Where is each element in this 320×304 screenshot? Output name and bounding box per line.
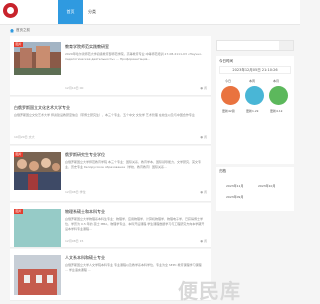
article-title[interactable]: 物理系硕士和本科专业 bbox=[65, 209, 105, 215]
article-title[interactable]: 俄罗斯研究生专业学位 bbox=[65, 152, 105, 158]
time-panel: 今日时间 2023年12月05日 21:10:26 今日更新42篇 本周更新1.2… bbox=[216, 56, 294, 164]
article-thumbnail[interactable]: 图片 bbox=[14, 209, 61, 247]
clock-display: 2023年12月05日 21:10:26 bbox=[219, 66, 291, 74]
time-panel-title: 今日时间 bbox=[219, 59, 233, 63]
article-views: ● 阅 bbox=[200, 135, 207, 139]
article-title[interactable]: 人文系本科和硕士专业 bbox=[65, 255, 105, 261]
stat-value: 更新1.2k bbox=[246, 109, 259, 113]
stat-circle bbox=[245, 86, 264, 105]
article-thumbnail[interactable]: 图片 bbox=[14, 42, 61, 75]
article-views: ● 阅 bbox=[200, 86, 207, 90]
article-summary: 白俄罗斯国立大学师范教育学院 本三个专业：国际关系，教育学本，国际领导能力，文学… bbox=[65, 160, 201, 169]
article-list: 图片 教育学院师范实践教研室 2020年哈尔滨师范大学初级教育部师范学院，高等教… bbox=[10, 36, 211, 301]
article-thumbnail[interactable]: 图片 bbox=[14, 152, 61, 190]
article-meta: 10月20日 文大 bbox=[14, 135, 35, 139]
site-logo[interactable] bbox=[3, 3, 18, 18]
article-card[interactable]: 图片 俄罗斯研究生专业学位 白俄罗斯国立大学师范教育学院 本三个专业：国际关系，… bbox=[10, 146, 211, 202]
article-title[interactable]: 教育学院师范实践教研室 bbox=[65, 44, 109, 50]
breadcrumb-label[interactable]: 首页之前 bbox=[16, 28, 30, 33]
nav-category-tab[interactable]: 分类 bbox=[88, 0, 96, 24]
top-bar: 首页 分类 bbox=[0, 0, 300, 25]
search-input[interactable] bbox=[216, 40, 294, 51]
home-icon[interactable] bbox=[10, 28, 14, 33]
archive-panel: 归档 2023年11月 2023年10月 2023年09月 bbox=[216, 167, 294, 211]
breadcrumb: 首页之前 bbox=[10, 28, 30, 33]
archive-item[interactable]: 2023年10月 bbox=[258, 184, 275, 188]
stat-value: 更新4.1k bbox=[270, 109, 283, 113]
article-summary: 白俄罗斯国立大学物理系本科生专业：物理学、应用物理学、计算机物理学、物理电子学，… bbox=[65, 217, 205, 231]
article-card[interactable]: 图片 教育学院师范实践教研室 2020年哈尔滨师范大学初级教育部师范学院，高等教… bbox=[10, 36, 211, 96]
article-card[interactable]: 图片 物理系硕士和本科专业 白俄罗斯国立大学物理系本科生专业：物理学、应用物理学… bbox=[10, 203, 211, 248]
students-crowd-image bbox=[14, 152, 61, 190]
article-summary: 白俄罗斯国立大学人文学院本科专业 专业课程以及教学系本科学位，专业为全 SEPC… bbox=[65, 263, 202, 272]
stat-label: 今日 bbox=[225, 79, 232, 83]
article-meta: 12月10日 00 bbox=[65, 86, 84, 90]
archive-item[interactable]: 2023年09月 bbox=[226, 195, 243, 199]
search-button[interactable] bbox=[279, 41, 293, 50]
article-title[interactable]: 白俄罗斯国立文化艺术大学专业 bbox=[14, 105, 70, 111]
article-summary: 2020年哈尔滨师范大学初级教育部师范学院，高等教育专业·中等师范培训·17-0… bbox=[65, 52, 203, 61]
nav-home-tab[interactable]: 首页 bbox=[58, 0, 83, 24]
stat-circle bbox=[269, 86, 288, 105]
article-thumbnail[interactable] bbox=[14, 255, 61, 295]
article-tag: 图片 bbox=[14, 42, 24, 47]
stat-circle bbox=[221, 86, 240, 105]
stat-label: 本月 bbox=[273, 79, 280, 83]
article-summary: 白俄罗斯国立文化艺术大学 师资建设教研室信息（带博士研究生），本三个专业、五个中… bbox=[14, 113, 195, 117]
article-meta: 12月08日 学位 bbox=[65, 190, 86, 194]
archive-title: 归档 bbox=[219, 169, 226, 173]
article-views: ● 阅 bbox=[200, 190, 207, 194]
article-tag: 图片 bbox=[14, 209, 24, 214]
article-tag: 图片 bbox=[14, 152, 24, 157]
stat-label: 本周 bbox=[249, 79, 256, 83]
article-views: ● 阅 bbox=[200, 239, 207, 243]
archive-item[interactable]: 2023年11月 bbox=[226, 184, 243, 188]
stat-value: 更新42篇 bbox=[222, 109, 235, 113]
placeholder-image bbox=[14, 209, 61, 247]
article-card[interactable]: 白俄罗斯国立文化艺术大学专业 白俄罗斯国立文化艺术大学 师资建设教研室信息（带博… bbox=[10, 97, 211, 145]
article-meta: 12月08日 15 bbox=[65, 239, 84, 243]
campus-photo-image bbox=[14, 255, 61, 295]
